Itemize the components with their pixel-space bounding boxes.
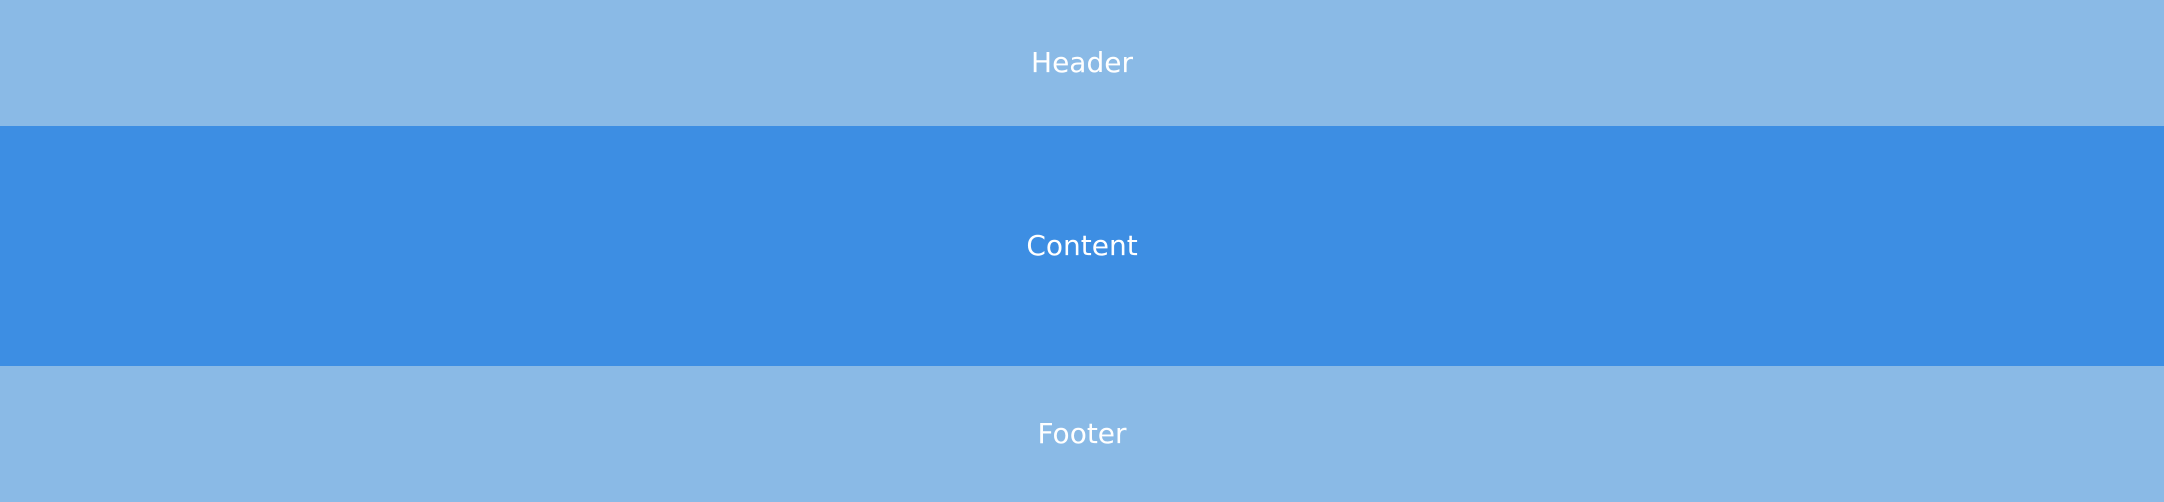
header-section: Header [0,0,2164,126]
layout-container: Header Content Footer [0,0,2164,502]
header-label: Header [1031,46,1133,79]
content-label: Content [1026,229,1138,262]
content-section: Content [0,126,2164,366]
footer-section: Footer [0,366,2164,502]
footer-label: Footer [1037,417,1127,450]
